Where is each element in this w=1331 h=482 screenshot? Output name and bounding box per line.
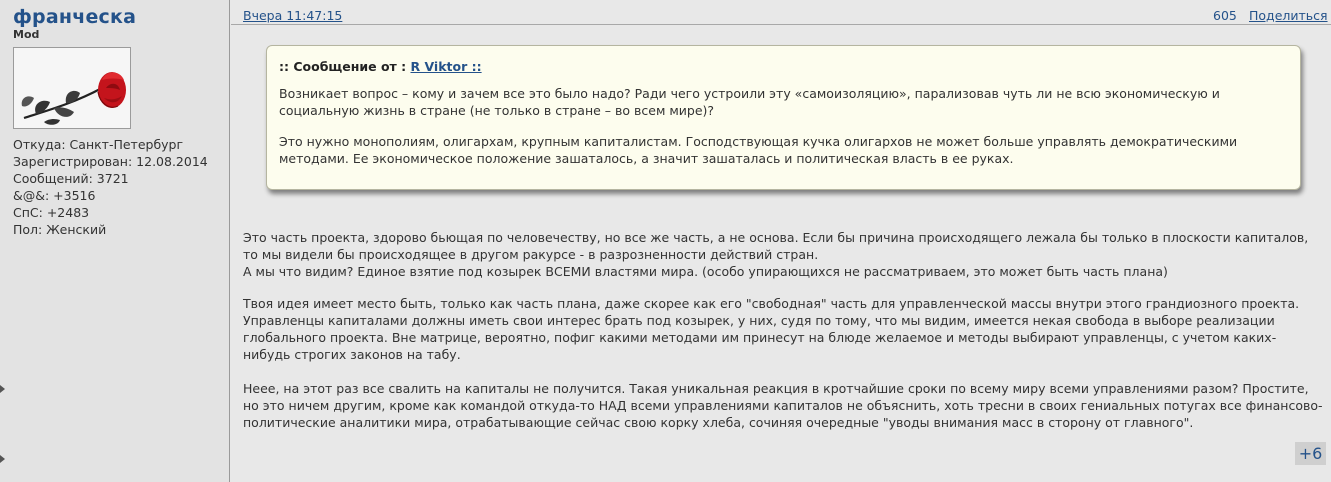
rating-badge[interactable]: +6 <box>1295 442 1326 465</box>
post-number: 605 <box>1213 8 1237 23</box>
author-location: Откуда: Санкт-Петербург <box>13 137 184 152</box>
quote-paragraph: Это нужно монополиям, олигархам, крупным… <box>279 134 1238 166</box>
author-name[interactable]: франческа <box>13 6 136 28</box>
author-sidebar: франческа Mod Откуда: Санкт-Петербург За… <box>0 0 230 482</box>
author-reputation: &@&: +3516 <box>13 188 96 203</box>
post-paragraph: Твоя идея имеет место быть, только как ч… <box>243 296 1300 362</box>
rose-avatar-icon <box>13 47 131 129</box>
expand-arrow-icon[interactable] <box>0 385 5 393</box>
share-link[interactable]: Поделиться <box>1249 8 1328 23</box>
expand-arrow-icon[interactable] <box>0 455 5 463</box>
quote-prefix: :: Сообщение от : <box>279 59 407 74</box>
post-paragraph: Неее, на этот раз все свалить на капитал… <box>243 381 1323 430</box>
post-date-link[interactable]: Вчера 11:47:15 <box>243 8 342 23</box>
author-registered: Зарегистрирован: 12.08.2014 <box>13 154 208 169</box>
author-thanks: СпС: +2483 <box>13 205 90 220</box>
post-header: Вчера 11:47:15 605 Поделиться <box>231 6 1331 25</box>
quote-author-link[interactable]: R Viktor :: <box>411 59 482 74</box>
author-rank: Mod <box>13 28 40 41</box>
quote-paragraph: Возникает вопрос – кому и зачем все это … <box>279 86 1220 118</box>
post-paragraph: Это часть проекта, здорово бьющая по чел… <box>243 230 1309 262</box>
author-messages: Сообщений: 3721 <box>13 171 129 186</box>
post-body: Вчера 11:47:15 605 Поделиться :: Сообщен… <box>231 0 1331 482</box>
quote-block: :: Сообщение от : R Viktor :: Возникает … <box>266 45 1301 190</box>
author-gender: Пол: Женский <box>13 222 107 237</box>
quote-header: :: Сообщение от : R Viktor :: <box>279 59 482 74</box>
post-paragraph: А мы что видим? Единое взятие под козыре… <box>243 264 1168 279</box>
